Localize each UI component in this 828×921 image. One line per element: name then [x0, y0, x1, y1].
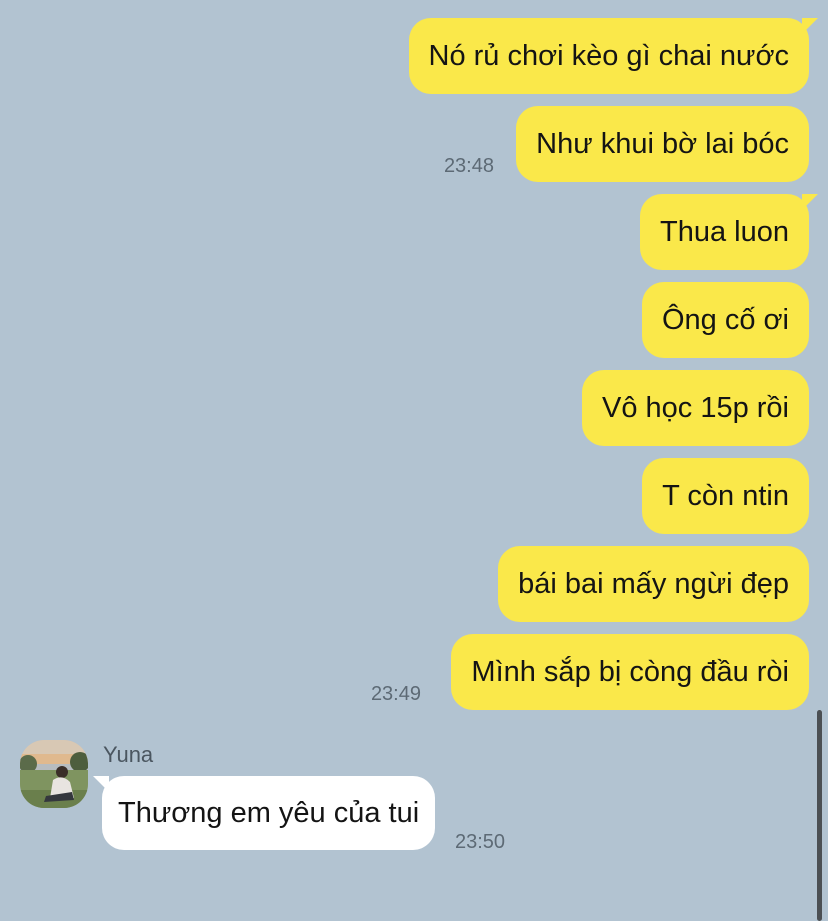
outgoing-message-bubble[interactable]: Vô học 15p rồi — [581, 370, 809, 446]
outgoing-message-bubble[interactable]: Nó rủ chơi kèo gì chai nước — [408, 18, 818, 94]
sender-name: Yuna — [103, 742, 154, 767]
message-timestamp: 23:49 — [370, 683, 421, 705]
outgoing-message-bubble[interactable]: bái bai mấy ngừi đẹp — [498, 546, 809, 622]
scrollbar[interactable] — [817, 710, 822, 921]
outgoing-message-bubble[interactable]: T còn ntin — [642, 458, 809, 534]
outgoing-message-bubble[interactable]: Ông cố ơi — [641, 282, 809, 358]
chat-view[interactable]: Nó rủ chơi kèo gì chai nước 23:48 Như kh… — [0, 0, 828, 921]
outgoing-message-bubble[interactable]: Mình sắp bị còng đầu ròi — [451, 634, 809, 710]
outgoing-message-bubble[interactable]: Thua luon — [640, 194, 818, 270]
outgoing-message-bubble[interactable]: Như khui bờ lai bóc — [516, 106, 809, 182]
sender-avatar[interactable] — [20, 740, 88, 808]
incoming-message-bubble[interactable]: Thương em yêu của tui — [92, 776, 436, 850]
user-photo-avatar-icon — [20, 740, 88, 808]
message-timestamp: 23:48 — [443, 155, 494, 177]
message-timestamp: 23:50 — [455, 831, 506, 853]
